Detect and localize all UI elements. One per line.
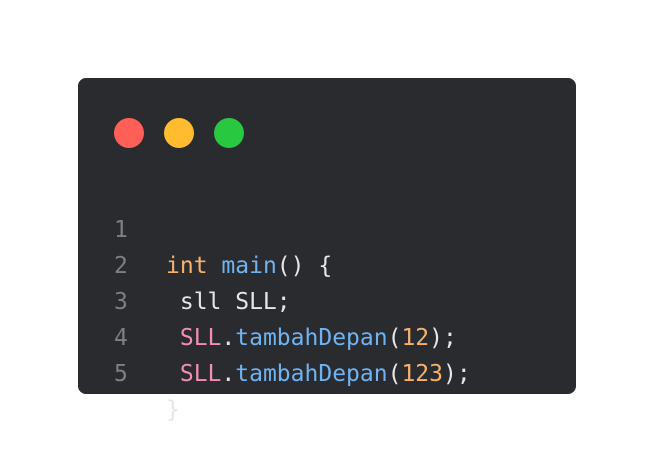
code-token-plain: . — [221, 361, 236, 387]
code-token-func: tambahDepan — [235, 361, 388, 387]
code-token-plain: } — [166, 397, 180, 423]
line-number: 5 — [114, 361, 128, 387]
code-token-plain: ); — [443, 361, 471, 387]
code-line: 1 int main() { — [78, 176, 576, 279]
code-token-obj: SLL — [179, 361, 222, 387]
code-text: SLL.tambahDepan(123); — [166, 356, 471, 392]
minimize-button[interactable] — [164, 118, 194, 148]
code-token-plain: ( — [387, 361, 402, 387]
code-text: } — [166, 392, 180, 428]
code-block: 1 int main() { 2 sll SLL; 3 SLL.tambahDe… — [78, 176, 576, 423]
code-window: 1 int main() { 2 sll SLL; 3 SLL.tambahDe… — [78, 78, 576, 423]
close-button[interactable] — [114, 118, 144, 148]
code-line: 2 sll SLL; — [78, 212, 576, 315]
code-line: 3 SLL.tambahDepan(12); — [78, 248, 576, 351]
code-line: 4 SLL.tambahDepan(123); — [78, 284, 576, 387]
code-token-number: 123 — [401, 361, 443, 387]
maximize-button[interactable] — [214, 118, 244, 148]
code-line: 5 } — [78, 320, 576, 423]
